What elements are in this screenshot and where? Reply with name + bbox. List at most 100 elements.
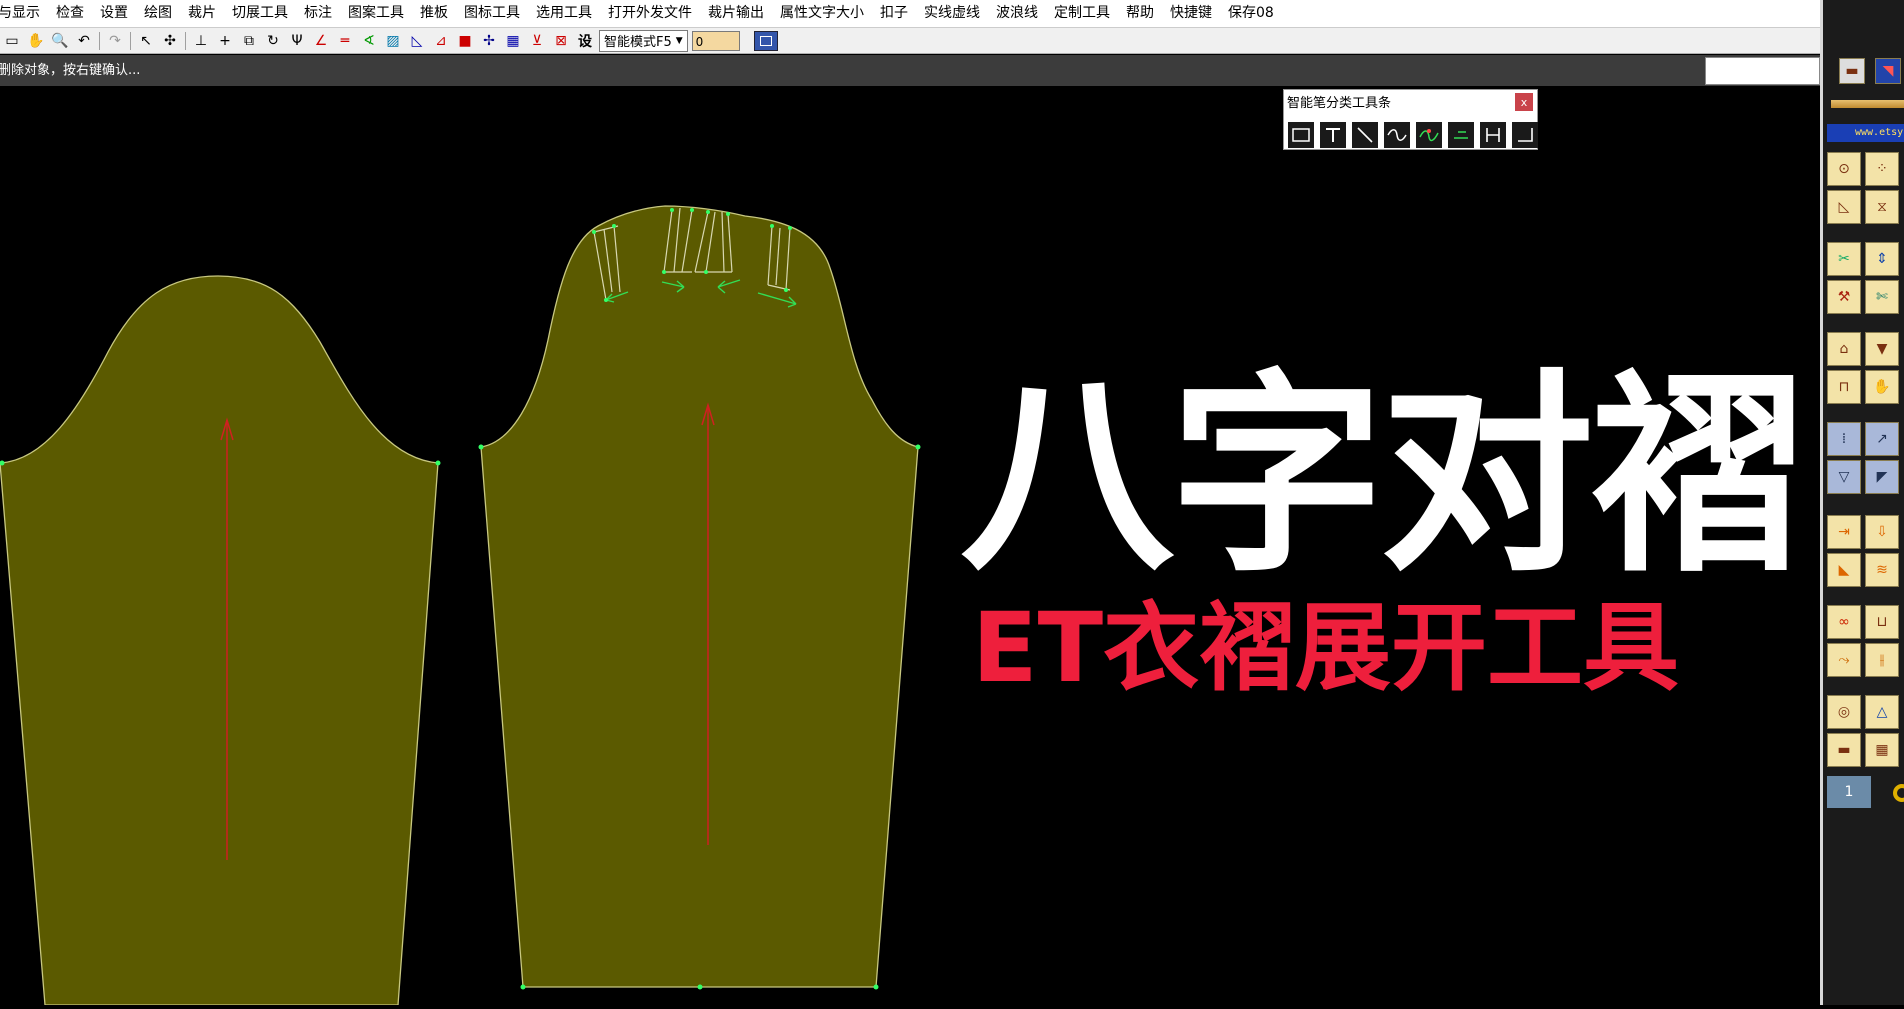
- copy-icon[interactable]: ⧉: [237, 30, 261, 52]
- redo-icon[interactable]: ↷: [103, 30, 127, 52]
- number-input[interactable]: 0: [691, 30, 740, 51]
- smart-pen-toolbar[interactable]: 智能笔分类工具条 x: [1283, 89, 1538, 150]
- color-palette-icon[interactable]: ■: [453, 30, 477, 52]
- calculator-tool[interactable]: ▦: [1865, 733, 1899, 767]
- hammer-tool[interactable]: ⚒: [1827, 280, 1861, 314]
- ring-icon[interactable]: [1893, 784, 1904, 802]
- bracket-tool[interactable]: ⧖: [1865, 190, 1899, 224]
- import-tool[interactable]: ⇥: [1827, 515, 1861, 549]
- arrows-tool[interactable]: ⇕: [1865, 242, 1899, 276]
- point-icon[interactable]: ⊻: [525, 30, 549, 52]
- cross-icon[interactable]: +: [213, 30, 237, 52]
- rectangle-tool[interactable]: [1288, 122, 1314, 148]
- parallel-icon[interactable]: ═: [333, 30, 357, 52]
- measure-icon[interactable]: ⊿: [429, 30, 453, 52]
- screen-icon[interactable]: ▭: [0, 30, 24, 52]
- triangle-ruler-tool[interactable]: △: [1865, 695, 1899, 729]
- point-marker: [873, 984, 879, 990]
- hand-piece-tool[interactable]: ✋: [1865, 370, 1899, 404]
- delete-select-icon[interactable]: ↖: [134, 30, 158, 52]
- pin-tool[interactable]: ⁘: [1865, 152, 1899, 186]
- fan-tool[interactable]: ⤳: [1827, 643, 1861, 677]
- rotate-icon[interactable]: ↻: [261, 30, 285, 52]
- drawing-canvas[interactable]: 八字对褶 ET衣褶展开工具: [0, 87, 1820, 1006]
- cup-grey-tool[interactable]: ⊔: [1865, 605, 1899, 639]
- left-sleeve-piece[interactable]: [0, 275, 439, 1006]
- mode-select[interactable]: 智能模式F5 ▼: [599, 29, 688, 52]
- h-tool[interactable]: [1480, 122, 1506, 148]
- shape-tool[interactable]: ◣: [1827, 553, 1861, 587]
- panel-icon-b[interactable]: ◥: [1875, 58, 1901, 84]
- export-tool[interactable]: ⇩: [1865, 515, 1899, 549]
- menu-item[interactable]: 快捷键: [1162, 0, 1220, 27]
- blue-stitch-tool[interactable]: ⁞: [1827, 422, 1861, 456]
- ruler-curve-tool[interactable]: ◺: [1827, 190, 1861, 224]
- glasses-tool[interactable]: ∞: [1827, 605, 1861, 639]
- menu-item[interactable]: 推板: [412, 0, 456, 27]
- angle-green-icon[interactable]: ∢: [357, 30, 381, 52]
- tape-tool[interactable]: ◎: [1827, 695, 1861, 729]
- menu-item[interactable]: 裁片输出: [700, 0, 772, 27]
- diagonal-line-tool[interactable]: [1352, 122, 1378, 148]
- menu-bar: 与显示 检查 设置 绘图 裁片 切展工具 标注 图案工具 推板 图标工具 选用工具 打开外发文件 裁片输…: [0, 0, 1904, 28]
- menu-item[interactable]: 选用工具: [528, 0, 600, 27]
- menu-item[interactable]: 切展工具: [224, 0, 296, 27]
- point-marker: [478, 444, 484, 450]
- align-icon[interactable]: ⊥: [189, 30, 213, 52]
- hand-icon[interactable]: ✋: [24, 30, 48, 52]
- corner-tool[interactable]: [1512, 122, 1538, 148]
- angle-line-icon[interactable]: ∠: [309, 30, 333, 52]
- hatch-icon[interactable]: ▨: [381, 30, 405, 52]
- blue-fold-tool[interactable]: ◤: [1865, 460, 1899, 494]
- chart-tool[interactable]: ≋: [1865, 553, 1899, 587]
- tape-measure-tool[interactable]: ⊙: [1827, 152, 1861, 186]
- curve-tool[interactable]: [1384, 122, 1410, 148]
- cone-tool[interactable]: ▼: [1865, 332, 1899, 366]
- cut-tool[interactable]: ✄: [1865, 280, 1899, 314]
- parallel-tool[interactable]: [1448, 122, 1474, 148]
- right-sleeve-piece[interactable]: [480, 205, 919, 988]
- move-icon[interactable]: ✣: [158, 30, 182, 52]
- menu-item[interactable]: 保存08: [1220, 0, 1282, 27]
- scissors-tool[interactable]: ✂: [1827, 242, 1861, 276]
- panel-icon-a[interactable]: ▬: [1839, 58, 1865, 84]
- ruler-tool[interactable]: ▬: [1827, 733, 1861, 767]
- menu-item[interactable]: 属性文字大小: [772, 0, 872, 27]
- menu-item[interactable]: 与显示: [0, 0, 48, 27]
- t-square-tool[interactable]: [1320, 122, 1346, 148]
- menu-item[interactable]: 图案工具: [340, 0, 412, 27]
- menu-item[interactable]: 波浪线: [988, 0, 1046, 27]
- point-marker: [697, 984, 703, 990]
- image-icon[interactable]: ⊠: [549, 30, 573, 52]
- menu-item[interactable]: 打开外发文件: [600, 0, 700, 27]
- window-toggle-button[interactable]: [753, 30, 778, 51]
- sewing-machine-tool[interactable]: ⌂: [1827, 332, 1861, 366]
- blue-dart-tool[interactable]: ▽: [1827, 460, 1861, 494]
- settings-button[interactable]: 设: [573, 30, 597, 52]
- menu-item[interactable]: 裁片: [180, 0, 224, 27]
- triangle-icon[interactable]: ◺: [405, 30, 429, 52]
- split-orange-tool[interactable]: ⫲: [1865, 643, 1899, 677]
- undo-icon[interactable]: ↶: [72, 30, 96, 52]
- menu-item[interactable]: 实线虚线: [916, 0, 988, 27]
- zoom-icon[interactable]: 🔍: [48, 30, 72, 52]
- menu-item[interactable]: 定制工具: [1046, 0, 1118, 27]
- menu-item[interactable]: 设置: [92, 0, 136, 27]
- cup-tool[interactable]: ⊓: [1827, 370, 1861, 404]
- command-input[interactable]: [1705, 57, 1820, 85]
- menu-item[interactable]: 扣子: [872, 0, 916, 27]
- split-icon[interactable]: ✢: [477, 30, 501, 52]
- fork-icon[interactable]: Ψ: [285, 30, 309, 52]
- page-tab[interactable]: 1: [1827, 776, 1871, 808]
- blue-arrow-tool[interactable]: ↗: [1865, 422, 1899, 456]
- curve-adjust-tool[interactable]: [1416, 122, 1442, 148]
- grid-icon[interactable]: ▦: [501, 30, 525, 52]
- menu-item[interactable]: 帮助: [1118, 0, 1162, 27]
- menu-item[interactable]: 检查: [48, 0, 92, 27]
- menu-item[interactable]: 图标工具: [456, 0, 528, 27]
- menu-item[interactable]: 绘图: [136, 0, 180, 27]
- toolbar-divider: [130, 31, 131, 50]
- close-button[interactable]: x: [1515, 93, 1533, 111]
- mode-select-value: 智能模式F5: [604, 35, 672, 50]
- menu-item[interactable]: 标注: [296, 0, 340, 27]
